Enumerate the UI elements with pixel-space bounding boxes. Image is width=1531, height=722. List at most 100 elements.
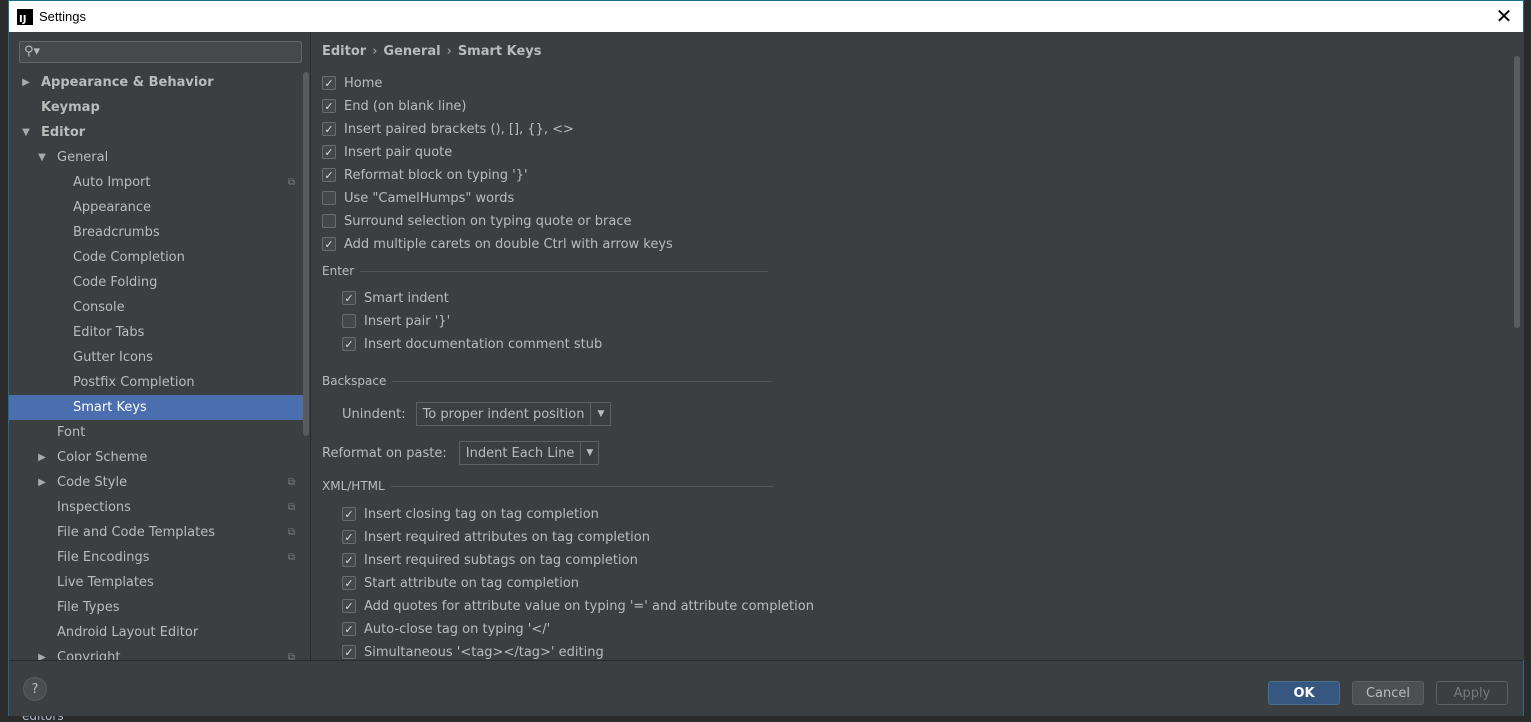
option-row[interactable]: Use "CamelHumps" words [322, 188, 514, 208]
background-ide-edge [0, 0, 8, 722]
option-row[interactable]: ✓ Reformat block on typing '}' [322, 165, 528, 185]
breadcrumb-item[interactable]: Editor [322, 44, 366, 59]
collapsed-arrow-icon[interactable]: ▶ [37, 477, 47, 488]
tree-item-appearance-behavior[interactable]: ▶ Appearance & Behavior [9, 70, 303, 95]
option-row[interactable]: ✓ Insert required subtags on tag completi… [342, 550, 638, 570]
collapsed-arrow-icon[interactable]: ▶ [37, 652, 47, 660]
option-row[interactable]: ✓ Insert closing tag on tag completion [342, 504, 599, 524]
checkbox-checked[interactable]: ✓ [322, 145, 336, 159]
search-input[interactable]: ⚲▾ [19, 41, 302, 63]
tree-item-file-encodings[interactable]: File Encodings ⧉ [9, 545, 303, 570]
option-row[interactable]: ✓ Insert paired brackets (), [], {}, <> [322, 119, 574, 139]
tree-item-label: Appearance [73, 200, 152, 215]
option-label: Add quotes for attribute value on typing… [364, 598, 814, 614]
tree-item-general[interactable]: ▼ General [9, 145, 303, 170]
option-label: Use "CamelHumps" words [344, 190, 515, 206]
expanded-arrow-icon[interactable]: ▼ [37, 152, 47, 163]
tree-item-copyright[interactable]: ▶ Copyright ⧉ [9, 645, 303, 660]
collapsed-arrow-icon[interactable]: ▶ [21, 77, 31, 88]
checkbox-checked[interactable]: ✓ [342, 530, 356, 544]
dialog-footer: ? OK Cancel Apply [9, 660, 1523, 716]
tree-item-label: Breadcrumbs [73, 225, 160, 240]
checkbox-checked[interactable]: ✓ [322, 99, 336, 113]
checkbox-checked[interactable]: ✓ [342, 553, 356, 567]
tree-item-postfix-completion[interactable]: Postfix Completion [9, 370, 303, 395]
intellij-icon: IJ [17, 8, 33, 25]
checkbox-checked[interactable]: ✓ [342, 337, 356, 351]
reformat-combobox[interactable]: Indent Each Line ▼ [458, 441, 600, 465]
option-label: Smart indent [364, 290, 449, 306]
checkbox-checked[interactable]: ✓ [322, 168, 336, 182]
breadcrumb-item[interactable]: General [383, 44, 440, 59]
settings-dialog: IJ Settings ✕ ⚲▾ ▶ Appearance & Behavior K… [8, 0, 1524, 716]
option-row[interactable]: ✓ Auto-close tag on typing '</' [342, 619, 550, 639]
tree-item-code-style[interactable]: ▶ Code Style ⧉ [9, 470, 303, 495]
cancel-button[interactable]: Cancel [1352, 681, 1424, 705]
option-row[interactable]: ✓ Simultaneous '<tag></tag>' editing [342, 642, 604, 660]
option-row[interactable]: ✓ End (on blank line) [322, 96, 467, 116]
checkbox-checked[interactable]: ✓ [342, 576, 356, 590]
sidebar-scrollbar[interactable] [303, 72, 309, 436]
tree-item-auto-import[interactable]: Auto Import ⧉ [9, 170, 303, 195]
unindent-label: Unindent: [342, 406, 406, 422]
tree-item-smart-keys[interactable]: Smart Keys [9, 395, 303, 420]
checkbox-checked[interactable]: ✓ [342, 622, 356, 636]
option-row[interactable]: Surround selection on typing quote or br… [322, 211, 631, 231]
close-icon[interactable]: ✕ [1493, 4, 1515, 28]
checkbox-checked[interactable]: ✓ [322, 237, 336, 251]
checkbox-checked[interactable]: ✓ [342, 507, 356, 521]
tree-item-gutter-icons[interactable]: Gutter Icons [9, 345, 303, 370]
option-row[interactable]: ✓ Insert pair quote [322, 142, 452, 162]
group-xml-title: XML/HTML [322, 479, 385, 493]
tree-item-android-layout-editor[interactable]: Android Layout Editor [9, 620, 303, 645]
checkbox-checked[interactable]: ✓ [342, 599, 356, 613]
tree-item-label: General [57, 150, 109, 165]
tree-item-breadcrumbs[interactable]: Breadcrumbs [9, 220, 303, 245]
apply-button[interactable]: Apply [1436, 681, 1508, 705]
tree-item-label: Editor [41, 125, 86, 140]
option-row[interactable]: ✓ Start attribute on tag completion [342, 573, 579, 593]
option-row[interactable]: Insert pair '}' [342, 311, 450, 331]
option-row[interactable]: ✓ Insert required attributes on tag compl… [342, 527, 650, 547]
project-scope-icon: ⧉ [287, 527, 295, 538]
tree-item-label: Postfix Completion [73, 375, 195, 390]
ok-button[interactable]: OK [1268, 681, 1340, 705]
tree-item-code-completion[interactable]: Code Completion [9, 245, 303, 270]
checkbox-checked[interactable]: ✓ [342, 291, 356, 305]
checkbox-unchecked[interactable] [322, 191, 336, 205]
breadcrumb-item[interactable]: Smart Keys [458, 44, 542, 59]
checkbox-unchecked[interactable] [322, 214, 336, 228]
content-scrollbar[interactable] [1514, 56, 1520, 328]
tree-item-code-folding[interactable]: Code Folding [9, 270, 303, 295]
search-icon: ⚲▾ [24, 44, 41, 59]
option-row[interactable]: ✓ Add multiple carets on double Ctrl with… [322, 234, 673, 254]
tree-item-color-scheme[interactable]: ▶ Color Scheme [9, 445, 303, 470]
checkbox-checked[interactable]: ✓ [322, 76, 336, 90]
unindent-combobox[interactable]: To proper indent position ▼ [415, 402, 612, 426]
option-label: Start attribute on tag completion [364, 575, 580, 591]
tree-item-file-and-code-templates[interactable]: File and Code Templates ⧉ [9, 520, 303, 545]
tree-item-font[interactable]: Font [9, 420, 303, 445]
option-row[interactable]: ✓ Home [322, 73, 382, 93]
help-button[interactable]: ? [23, 677, 47, 701]
checkbox-checked[interactable]: ✓ [322, 122, 336, 136]
tree-item-editor[interactable]: ▼ Editor [9, 120, 303, 145]
tree-item-console[interactable]: Console [9, 295, 303, 320]
collapsed-arrow-icon[interactable]: ▶ [37, 452, 47, 463]
option-label: Insert required subtags on tag completio… [364, 552, 638, 568]
tree-item-inspections[interactable]: Inspections ⧉ [9, 495, 303, 520]
breadcrumb-separator: › [446, 44, 452, 59]
expanded-arrow-icon[interactable]: ▼ [21, 127, 31, 138]
option-row[interactable]: ✓ Insert documentation comment stub [342, 334, 602, 354]
tree-item-live-templates[interactable]: Live Templates [9, 570, 303, 595]
option-row[interactable]: ✓ Smart indent [342, 288, 449, 308]
title-bar: IJ Settings ✕ [9, 1, 1523, 32]
tree-item-file-types[interactable]: File Types [9, 595, 303, 620]
tree-item-keymap[interactable]: Keymap [9, 95, 303, 120]
tree-item-label: Android Layout Editor [57, 625, 199, 640]
checkbox-unchecked[interactable] [342, 314, 356, 328]
tree-item-appearance[interactable]: Appearance [9, 195, 303, 220]
tree-item-editor-tabs[interactable]: Editor Tabs [9, 320, 303, 345]
checkbox-checked[interactable]: ✓ [342, 645, 356, 659]
option-row[interactable]: ✓ Add quotes for attribute value on typin… [342, 596, 814, 616]
